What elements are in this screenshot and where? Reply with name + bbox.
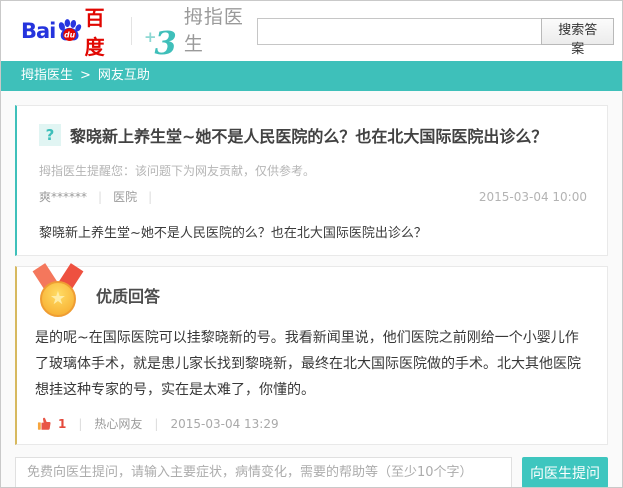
answer-header: ★ 优质回答 (33, 267, 587, 322)
ask-row: 向医生提问 (15, 457, 608, 487)
main-content: ? 黎晓新上养生堂~她不是人民医院的么？也在北大国际医院出诊么？ 拇指医生提醒您… (1, 91, 622, 487)
medal-coin: ★ (40, 281, 76, 317)
baidu-logo-bai: Bai (21, 19, 55, 43)
star-icon: ★ (50, 290, 66, 308)
answer-separator: | (154, 417, 158, 431)
baidu-paw-icon: du (56, 16, 83, 46)
answer-author: 热心网友 (94, 415, 142, 432)
meta-separator: | (98, 190, 102, 204)
answer-footer: 1 | 热心网友 | 2015-03-04 13:29 (33, 415, 587, 432)
breadcrumb-separator: > (80, 61, 91, 91)
question-card: ? 黎晓新上养生堂~她不是人民医院的么？也在北大国际医院出诊么？ 拇指医生提醒您… (15, 105, 608, 256)
thumb-mark-icon: 3 (155, 26, 177, 60)
answer-time: 2015-03-04 13:29 (170, 417, 278, 431)
answer-card: ★ 优质回答 是的呢~在国际医院可以挂黎晓新的号。我看新闻里说，他们医院之前刚给… (15, 266, 608, 445)
like-count: 1 (58, 417, 66, 431)
notice-text: 拇指医生提醒您：该问题下为网友贡献，仅供参考。 (39, 162, 587, 179)
page-window: Bai du 百度 + 3 拇指医生 搜索答案 拇指医生 > 网 (0, 0, 623, 488)
search-input[interactable] (257, 18, 543, 45)
meta-separator: | (148, 190, 152, 204)
question-time: 2015-03-04 10:00 (479, 190, 587, 204)
ask-doctor-button[interactable]: 向医生提问 (522, 457, 608, 487)
breadcrumb-current: 网友互助 (98, 61, 150, 91)
baidu-logo-du: du (65, 31, 77, 40)
ask-question-input[interactable] (15, 457, 512, 487)
search-answers-button[interactable]: 搜索答案 (541, 18, 614, 45)
breadcrumb: 拇指医生 > 网友互助 (1, 61, 622, 91)
question-meta: 爽****** | 医院 | 2015-03-04 10:00 (39, 188, 587, 205)
question-username: 爽****** (39, 188, 87, 205)
answer-separator: | (78, 417, 82, 431)
breadcrumb-root-link[interactable]: 拇指医生 (21, 61, 73, 91)
like-button[interactable]: 1 (37, 416, 66, 431)
question-title: 黎晓新上养生堂~她不是人民医院的么？也在北大国际医院出诊么？ (70, 123, 547, 147)
question-body: 黎晓新上养生堂~她不是人民医院的么？也在北大国际医院出诊么？ (39, 222, 587, 241)
baidu-logo[interactable]: Bai du 百度 (21, 2, 121, 60)
thumb-doctor-logo[interactable]: + 3 拇指医生 (144, 2, 257, 60)
question-category-link[interactable]: 医院 (113, 188, 137, 205)
question-title-row: ? 黎晓新上养生堂~她不是人民医院的么？也在北大国际医院出诊么？ (39, 123, 587, 147)
app-logo-label: 拇指医生 (184, 2, 257, 56)
header: Bai du 百度 + 3 拇指医生 搜索答案 (1, 1, 622, 61)
search-group: 搜索答案 (257, 18, 614, 45)
medal-icon: ★ (33, 266, 83, 322)
answer-text: 是的呢~在国际医院可以挂黎晓新的号。我看新闻里说，他们医院之前刚给一个小婴儿作了… (33, 325, 587, 403)
thumbs-up-icon (37, 416, 52, 431)
baidu-logo-cn: 百度 (85, 2, 121, 60)
question-mark-icon: ? (39, 124, 61, 146)
logo-divider (131, 17, 132, 45)
best-answer-label: 优质回答 (96, 283, 160, 307)
